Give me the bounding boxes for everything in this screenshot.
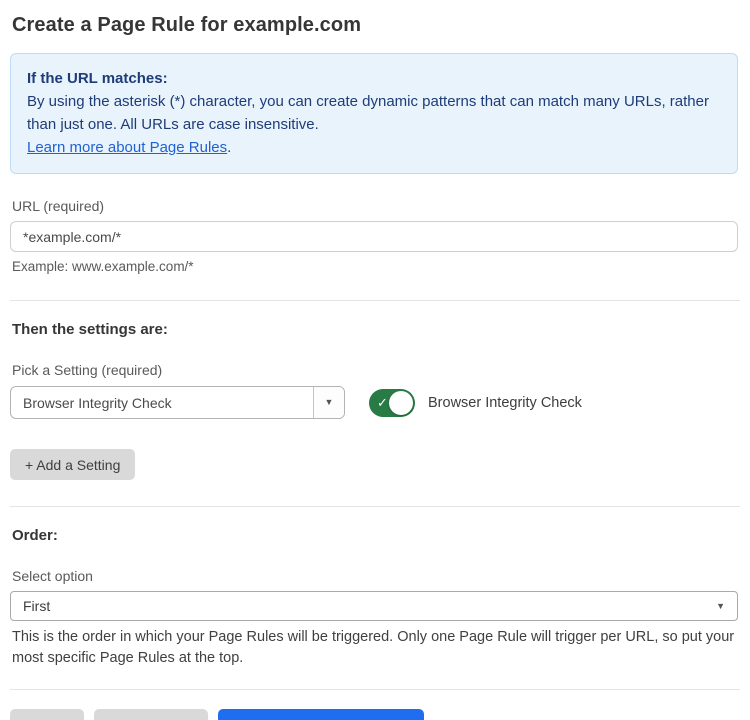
info-box-heading: If the URL matches: xyxy=(27,67,721,90)
info-box-link-line: Learn more about Page Rules. xyxy=(27,136,721,159)
setting-row: Browser Integrity Check ▼ ✓ Browser Inte… xyxy=(10,386,740,419)
toggle-knob xyxy=(389,391,413,415)
url-input[interactable] xyxy=(10,221,738,252)
toggle-label: Browser Integrity Check xyxy=(428,395,582,411)
pick-setting-select[interactable]: Browser Integrity Check ▼ xyxy=(10,386,345,419)
pick-setting-select-value: Browser Integrity Check xyxy=(11,387,313,418)
learn-more-link[interactable]: Learn more about Page Rules xyxy=(27,139,227,156)
settings-section-heading: Then the settings are: xyxy=(12,321,740,338)
divider xyxy=(10,506,740,507)
order-description: This is the order in which your Page Rul… xyxy=(12,627,740,669)
create-page-rule-form: Create a Page Rule for example.com If th… xyxy=(0,0,750,720)
save-as-draft-button[interactable]: Save as Draft xyxy=(94,709,209,720)
cancel-button[interactable]: Cancel xyxy=(10,709,84,720)
save-and-deploy-button[interactable]: Save and Deploy Page Rule xyxy=(218,709,424,720)
select-option-label: Select option xyxy=(12,568,740,584)
order-select-value: First xyxy=(23,598,716,614)
chevron-down-icon: ▼ xyxy=(325,398,334,407)
divider xyxy=(10,689,740,690)
info-box-body: By using the asterisk (*) character, you… xyxy=(27,90,721,136)
page-title: Create a Page Rule for example.com xyxy=(12,14,740,37)
order-select[interactable]: First ▼ xyxy=(10,591,738,621)
divider xyxy=(10,300,740,301)
url-matches-info-box: If the URL matches: By using the asteris… xyxy=(10,53,738,174)
pick-setting-select-arrow[interactable]: ▼ xyxy=(313,387,344,418)
browser-integrity-check-toggle[interactable]: ✓ xyxy=(369,389,415,417)
chevron-down-icon: ▼ xyxy=(716,602,725,611)
link-suffix: . xyxy=(227,139,231,156)
url-example-hint: Example: www.example.com/* xyxy=(12,259,740,274)
url-field-label: URL (required) xyxy=(12,198,740,214)
add-setting-button[interactable]: + Add a Setting xyxy=(10,449,135,480)
order-section-heading: Order: xyxy=(12,527,740,544)
footer-actions: Cancel Save as Draft Save and Deploy Pag… xyxy=(10,709,740,720)
pick-setting-label: Pick a Setting (required) xyxy=(12,362,740,378)
checkmark-icon: ✓ xyxy=(377,395,388,411)
